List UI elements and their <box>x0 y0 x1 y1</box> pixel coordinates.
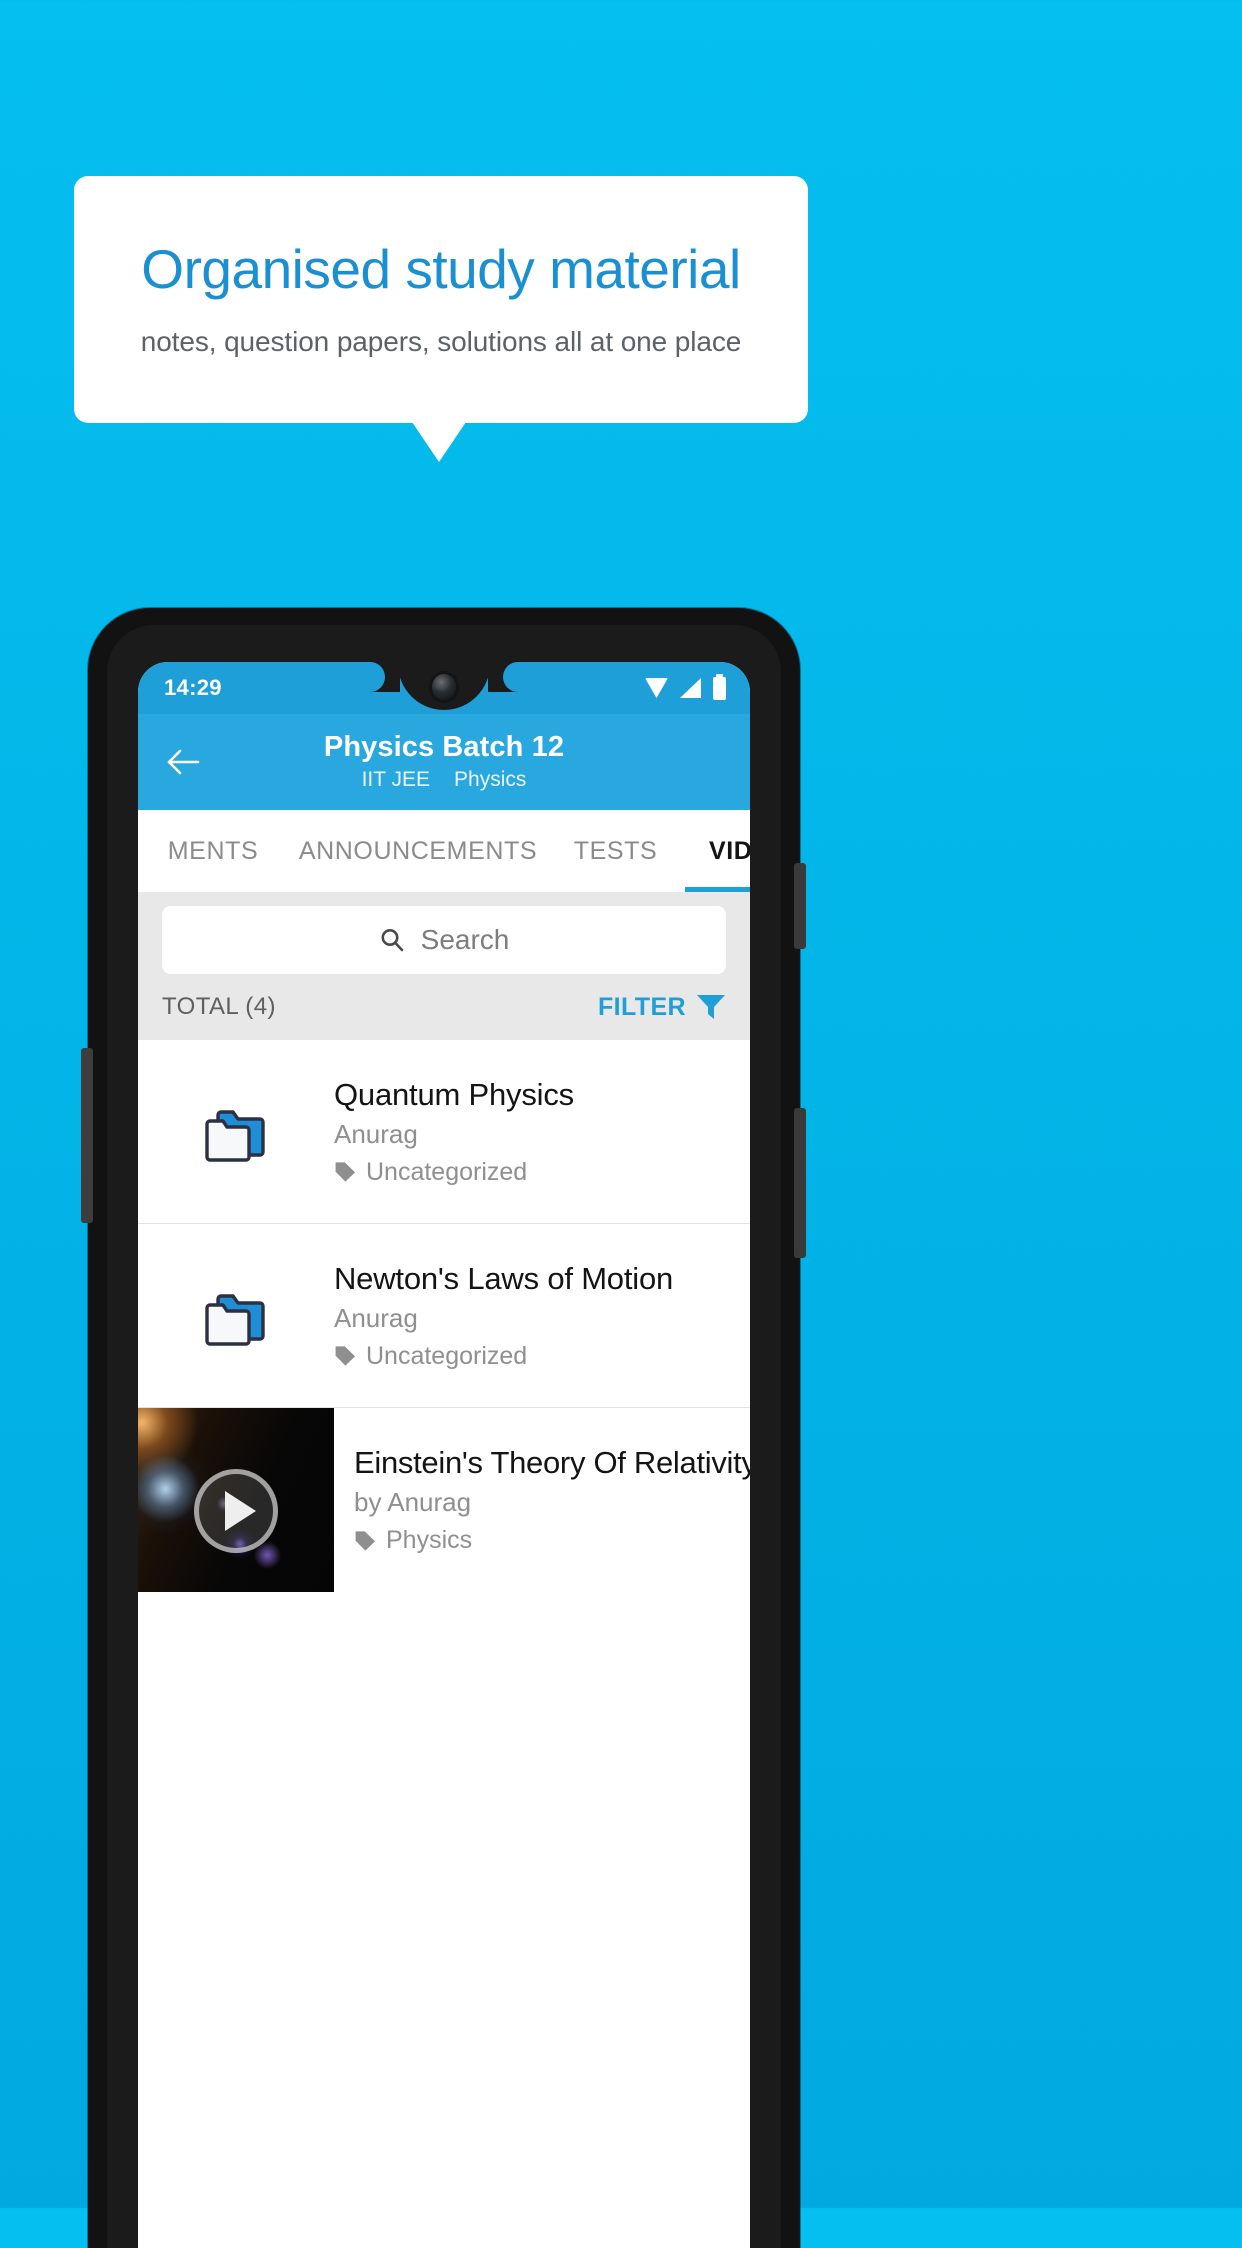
item-title: Einstein's Theory Of Relativity <box>354 1445 750 1480</box>
item-tag: Physics <box>354 1526 740 1555</box>
play-triangle <box>224 1491 256 1532</box>
filter-button[interactable]: FILTER <box>598 993 726 1022</box>
video-thumbnail[interactable] <box>138 1408 334 1592</box>
folder-icon <box>205 1286 267 1346</box>
breadcrumb: IIT JEE Physics <box>208 768 680 792</box>
item-author: Anurag <box>334 1302 418 1333</box>
phone-volume-button[interactable] <box>794 1108 806 1258</box>
filter-label: FILTER <box>597 992 686 1021</box>
page-title: Physics Batch 12 <box>323 731 565 764</box>
results-toolbar: TOTAL (4) FILTER <box>138 974 750 1040</box>
item-title: Quantum Physics <box>334 1076 574 1112</box>
tag-icon <box>354 1530 376 1552</box>
item-tag-label: Uncategorized <box>366 1157 528 1186</box>
tag-icon <box>334 1345 356 1367</box>
search-input[interactable]: Search <box>162 906 726 974</box>
tab-videos[interactable]: VIDEOS <box>683 810 750 892</box>
total-count-label: TOTAL (4) <box>162 993 276 1020</box>
search-section: Search <box>138 892 750 974</box>
promo-subtitle: notes, question papers, solutions all at… <box>140 326 742 358</box>
promo-card-tail <box>412 422 466 462</box>
row-text-block: Newton's Laws of Motion Anurag Uncategor… <box>334 1261 726 1371</box>
item-tag: Uncategorized <box>334 1342 726 1371</box>
item-tag-label: Uncategorized <box>366 1341 528 1370</box>
item-title: Newton's Laws of Motion <box>334 1260 674 1296</box>
phone-side-button-left[interactable] <box>81 1048 93 1223</box>
folder-icon-cell <box>138 1102 334 1162</box>
table-row[interactable]: Newton's Laws of Motion Anurag Uncategor… <box>138 1224 750 1408</box>
item-tag-label: Physics <box>386 1526 473 1554</box>
table-row[interactable]: Quantum Physics Anurag Uncategorized <box>138 1040 750 1224</box>
folder-icon-cell <box>138 1286 334 1346</box>
row-text-block: Quantum Physics Anurag Uncategorized <box>334 1077 726 1187</box>
app-bar-titles: Physics Batch 12 IIT JEE Physics <box>138 731 750 792</box>
tab-announcements[interactable]: ANNOUNCEMENTS <box>288 810 548 892</box>
search-placeholder: Search <box>420 924 510 955</box>
wifi-icon <box>645 678 668 698</box>
promo-title: Organised study material <box>141 237 741 300</box>
battery-icon <box>713 673 726 700</box>
breadcrumb-exam: IIT JEE <box>361 767 431 791</box>
play-icon[interactable] <box>194 1469 278 1554</box>
table-row[interactable]: Einstein's Theory Of Relativity by Anura… <box>138 1408 750 1592</box>
status-bar: 14:29 <box>138 662 750 714</box>
phone-screen: 14:29 Physics Batch 12 IIT JEE Physics M… <box>138 662 750 2248</box>
signal-icon <box>680 678 701 698</box>
status-bar-clock: 14:29 <box>164 675 222 700</box>
promo-card: Organised study material notes, question… <box>74 176 808 423</box>
row-text-block: Einstein's Theory Of Relativity by Anura… <box>334 1408 750 1592</box>
item-author: Anurag <box>334 1118 418 1149</box>
phone-bezel: 14:29 Physics Batch 12 IIT JEE Physics M… <box>107 625 781 2248</box>
phone-mockup: 14:29 Physics Batch 12 IIT JEE Physics M… <box>81 608 806 2248</box>
tab-tests[interactable]: TESTS <box>548 810 683 892</box>
phone-power-button[interactable] <box>794 863 806 949</box>
item-tag: Uncategorized <box>334 1158 726 1187</box>
filter-icon <box>696 993 726 1021</box>
tab-ments[interactable]: MENTS <box>138 810 288 892</box>
app-bar: Physics Batch 12 IIT JEE Physics <box>138 714 750 810</box>
back-arrow-icon[interactable] <box>160 739 206 785</box>
content-list: Quantum Physics Anurag Uncategorized New… <box>138 1040 750 1592</box>
folder-icon <box>205 1102 267 1162</box>
breadcrumb-subject: Physics <box>454 767 527 791</box>
tab-bar: MENTS ANNOUNCEMENTS TESTS VIDEOS <box>138 810 750 892</box>
item-author: by Anurag <box>354 1487 472 1517</box>
search-icon <box>379 927 405 953</box>
status-bar-icons <box>645 673 726 700</box>
tag-icon <box>334 1161 356 1183</box>
